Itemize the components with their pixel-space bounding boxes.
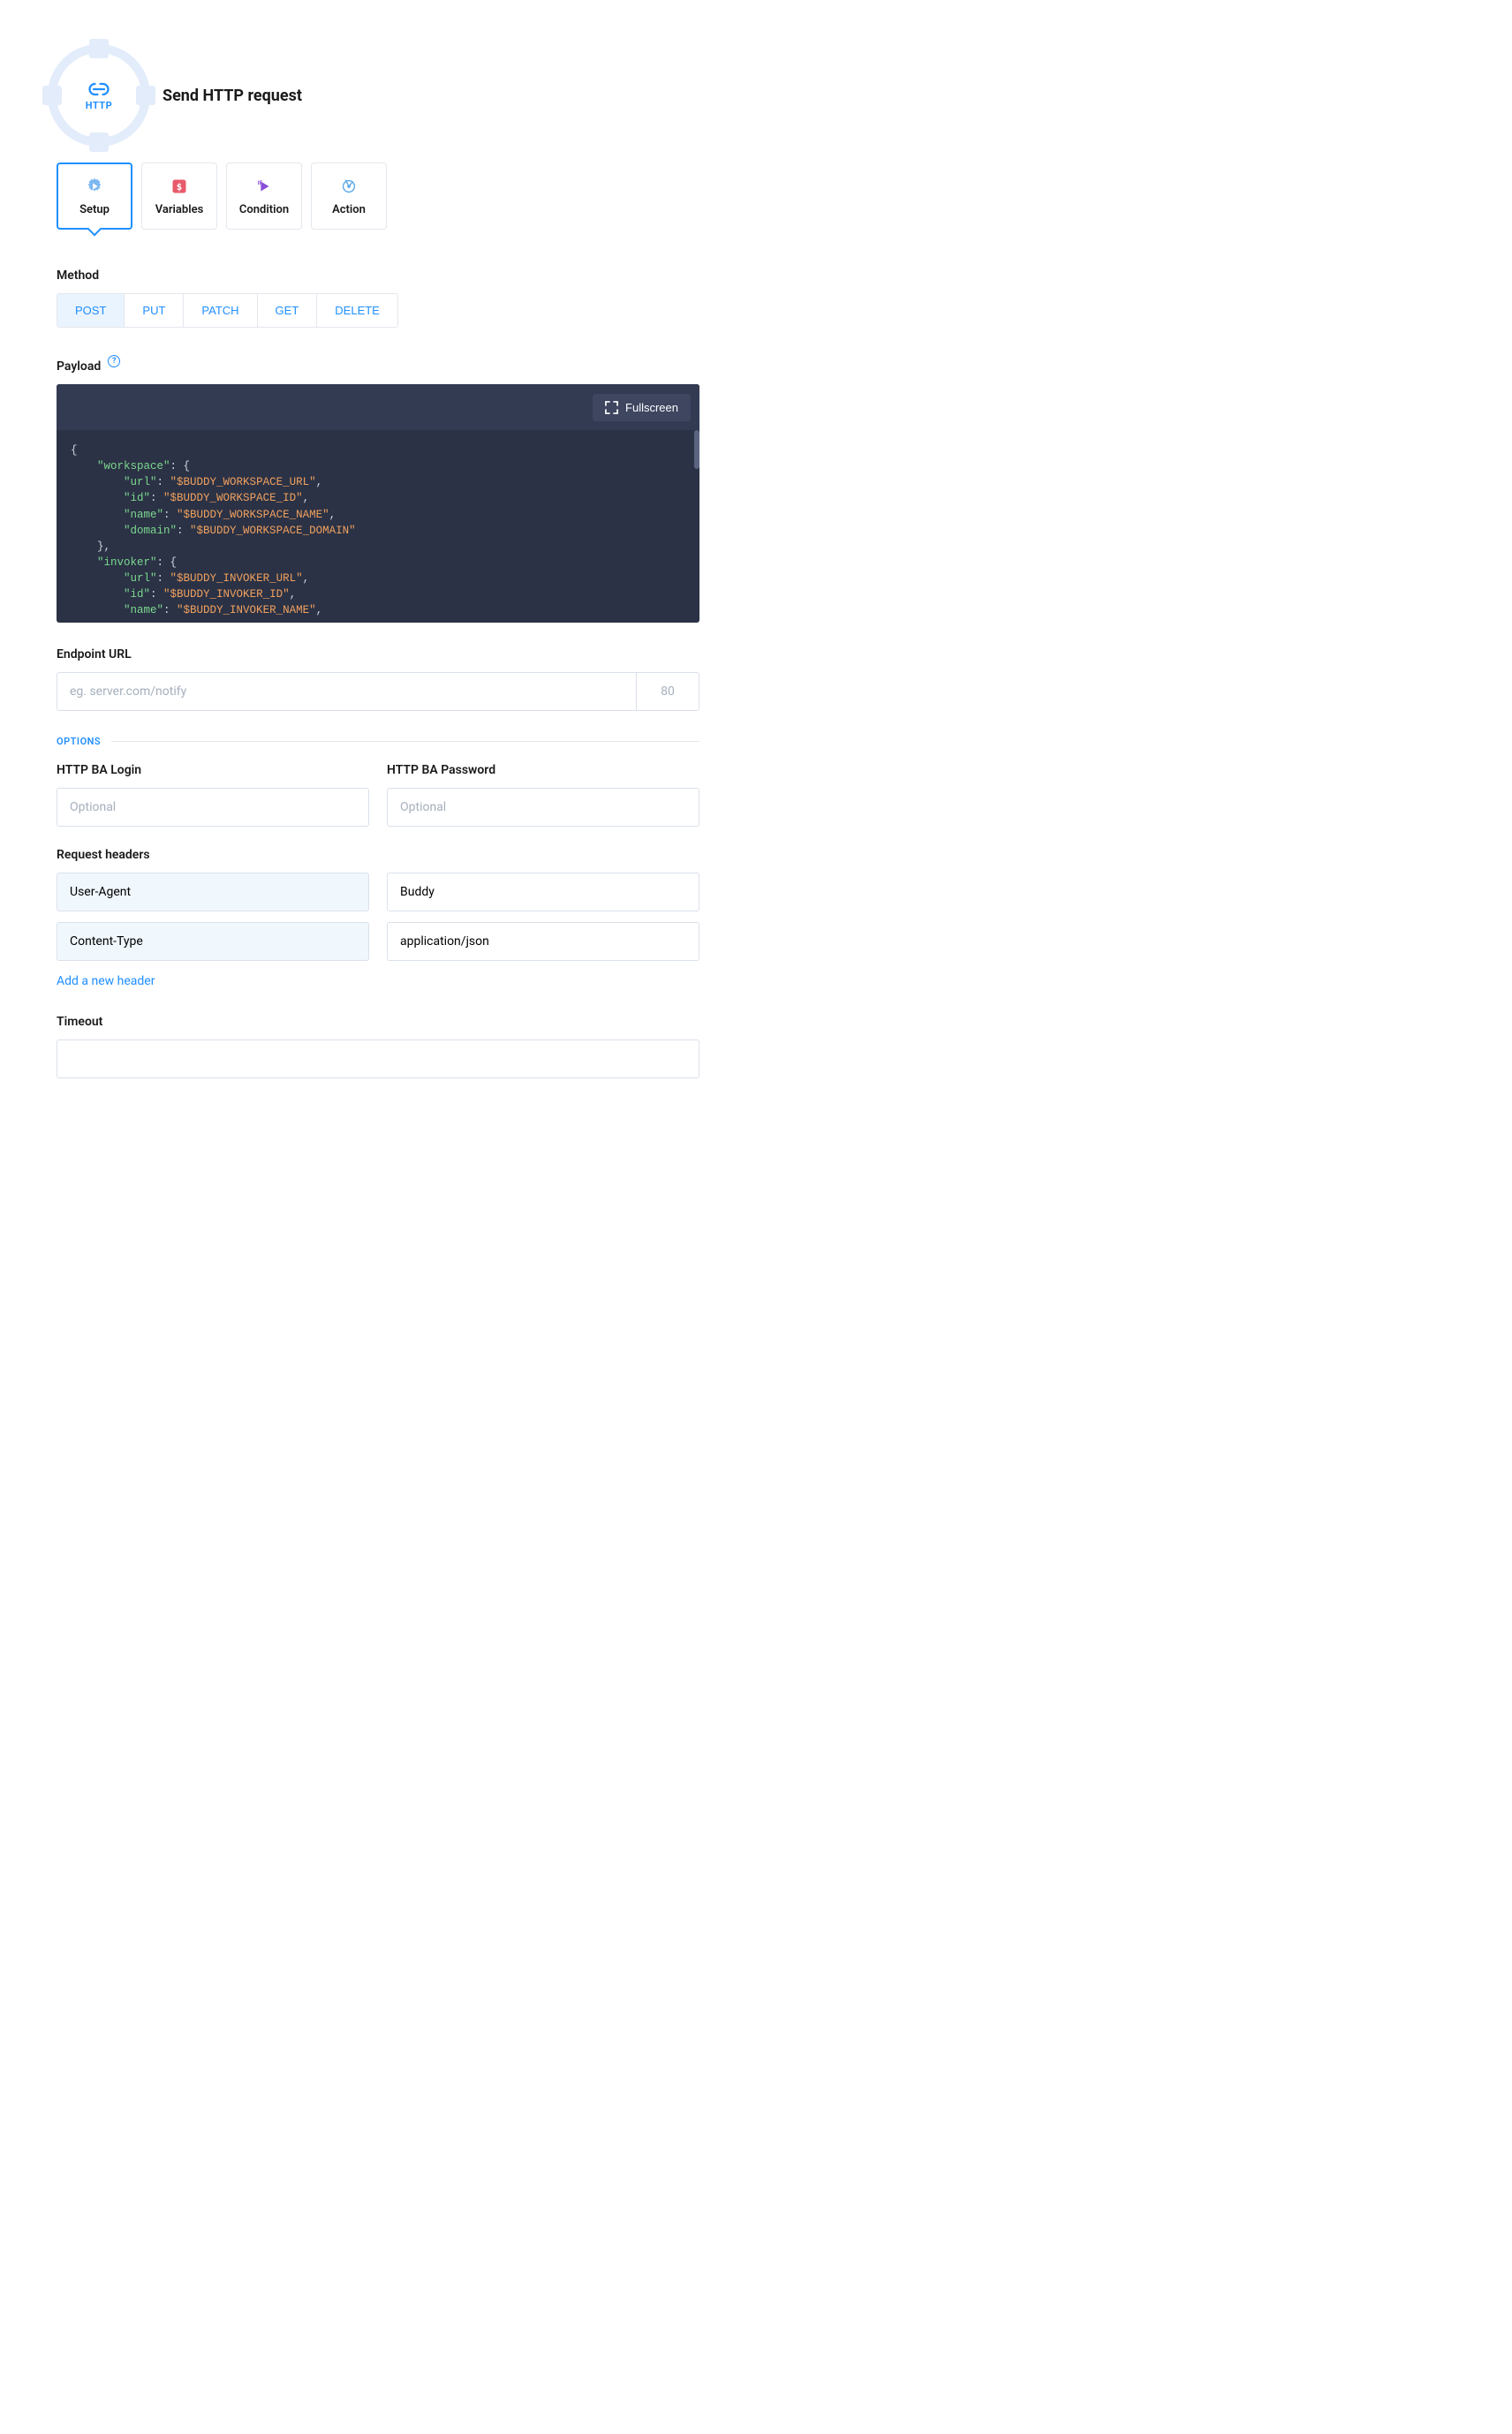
header-row bbox=[57, 873, 699, 911]
method-button-group: POSTPUTPATCHGETDELETE bbox=[57, 293, 398, 328]
tab-setup[interactable]: Setup bbox=[57, 163, 132, 230]
endpoint-label: Endpoint URL bbox=[57, 647, 699, 661]
fullscreen-button[interactable]: Fullscreen bbox=[593, 394, 691, 421]
action-icon bbox=[339, 177, 359, 196]
ba-password-label: HTTP BA Password bbox=[387, 763, 699, 777]
header-value-input[interactable] bbox=[387, 922, 699, 961]
endpoint-port-input[interactable] bbox=[636, 672, 699, 711]
http-icon-label: HTTP bbox=[86, 100, 112, 111]
tab-condition[interactable]: IF Condition bbox=[226, 163, 302, 230]
page-title: Send HTTP request bbox=[163, 87, 302, 105]
method-put[interactable]: PUT bbox=[125, 294, 184, 327]
add-header-link[interactable]: Add a new header bbox=[57, 974, 155, 988]
method-get[interactable]: GET bbox=[258, 294, 318, 327]
tabs-row: Setup $ Variables IF Condition Action bbox=[57, 163, 699, 230]
variables-icon: $ bbox=[170, 177, 189, 196]
ba-login-input[interactable] bbox=[57, 788, 369, 827]
header-name-input[interactable] bbox=[57, 873, 369, 911]
setup-icon bbox=[85, 177, 104, 196]
options-divider: OPTIONS bbox=[57, 736, 699, 747]
editor-scrollbar[interactable] bbox=[694, 430, 699, 469]
header-value-input[interactable] bbox=[387, 873, 699, 911]
tab-label: Condition bbox=[239, 203, 289, 216]
method-label: Method bbox=[57, 268, 699, 283]
method-post[interactable]: POST bbox=[57, 294, 125, 327]
tab-variables[interactable]: $ Variables bbox=[141, 163, 217, 230]
method-patch[interactable]: PATCH bbox=[184, 294, 257, 327]
ba-password-input[interactable] bbox=[387, 788, 699, 827]
header-row bbox=[57, 922, 699, 961]
help-icon[interactable]: ? bbox=[108, 355, 120, 367]
tab-label: Setup bbox=[79, 203, 110, 216]
link-icon bbox=[86, 80, 112, 98]
page-header: HTTP Send HTTP request bbox=[57, 53, 699, 138]
payload-label: Payload ? bbox=[57, 359, 699, 374]
tab-action[interactable]: Action bbox=[311, 163, 387, 230]
svg-text:$: $ bbox=[177, 181, 183, 193]
condition-icon: IF bbox=[254, 177, 274, 196]
headers-label: Request headers bbox=[57, 848, 699, 862]
payload-editor[interactable]: Fullscreen { "workspace": { "url": "$BUD… bbox=[57, 384, 699, 623]
tab-label: Variables bbox=[155, 203, 204, 216]
timeout-label: Timeout bbox=[57, 1015, 699, 1029]
timeout-input[interactable] bbox=[57, 1039, 699, 1078]
ba-login-label: HTTP BA Login bbox=[57, 763, 369, 777]
http-action-icon: HTTP bbox=[57, 53, 141, 138]
endpoint-url-input[interactable] bbox=[57, 672, 636, 711]
method-delete[interactable]: DELETE bbox=[317, 294, 397, 327]
fullscreen-icon bbox=[605, 401, 618, 414]
svg-text:IF: IF bbox=[258, 179, 263, 186]
header-name-input[interactable] bbox=[57, 922, 369, 961]
tab-label: Action bbox=[332, 203, 366, 216]
